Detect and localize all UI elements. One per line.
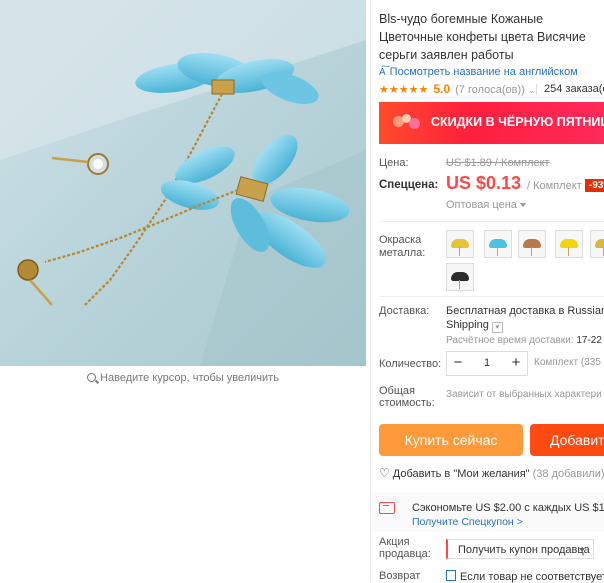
translate-link-text[interactable]: Посмотреть название на английском (390, 66, 578, 78)
wishlist-count: (38 добавили) (532, 468, 604, 480)
rating-row: ★★★★★ 5.0 (7 голоса(ов)) ⌄ (379, 82, 535, 96)
delivery-time-label: Расчётное время доставки: (446, 335, 574, 346)
add-to-cart-button[interactable]: Добавить (530, 424, 604, 456)
chevron-down-icon[interactable]: ⌄ (528, 85, 536, 95)
get-coupon-link[interactable]: Получите Спецкупон > (412, 516, 523, 528)
product-image[interactable] (0, 0, 366, 366)
rating-score: 5.0 (433, 82, 451, 96)
divider (370, 0, 371, 581)
seller-coupon-select[interactable]: Получить купон продавца (446, 539, 594, 559)
shipping-method-text[interactable]: Shipping (446, 319, 489, 331)
zoom-hint: Наведите курсор, чтобы увеличить (0, 372, 366, 384)
increase-button[interactable]: + (505, 352, 527, 375)
delivery-time-value: 17-22 (576, 335, 602, 346)
discount-badge: -93% (585, 179, 604, 192)
quantity-input[interactable]: 1 (469, 352, 505, 375)
caret-down-icon (579, 548, 585, 552)
product-title: Bls-чудо богемные Кожаные Цветочные конф… (379, 12, 586, 62)
color-label: Окраска металла: (379, 234, 426, 259)
sale-price-label: Спеццена: (379, 179, 439, 191)
translate-link[interactable]: A͠ Посмотреть название на английском (379, 66, 578, 78)
shipping-destination: Бесплатная доставка в Russian F (446, 305, 604, 317)
total-value: Зависит от выбранных характери (446, 389, 602, 400)
zoom-hint-text: Наведите курсор, чтобы увеличить (100, 372, 279, 384)
coupon-text: Сэкономьте US $2.00 с каждых US $15.00 (412, 502, 604, 514)
shipping-label: Доставка: (379, 305, 430, 317)
total-label: Общая стоимость: (379, 385, 435, 409)
quantity-label: Количество: (379, 358, 442, 370)
return-label: Возврат (379, 570, 421, 582)
original-price: US $1.89 / Комплект (446, 157, 550, 169)
votes-count[interactable]: (7 голоса(ов)) (455, 84, 525, 96)
promo-label: Акция продавца: (379, 536, 431, 560)
translate-icon: A͠ (379, 67, 386, 78)
earring-photo (0, 0, 366, 366)
coupon-icon (379, 502, 395, 514)
color-swatch-brown[interactable] (518, 230, 546, 258)
bulk-price-text[interactable]: Оптовая цена (446, 199, 517, 211)
magnifier-icon (87, 373, 97, 382)
return-policy-text: Если товар не соответствует ог (460, 571, 604, 583)
seller-coupon-text[interactable]: Получить купон продавца (458, 544, 590, 556)
decrease-button[interactable]: − (447, 352, 469, 375)
stock-info: Комплект (335 комп (534, 357, 604, 368)
document-icon (446, 570, 456, 581)
black-friday-banner[interactable]: СКИДКИ В ЧЁРНУЮ ПЯТНИЦУ (379, 102, 604, 144)
color-swatch-yellow[interactable] (555, 230, 583, 258)
price-label: Цена: (379, 157, 409, 169)
color-swatch-yellow-green[interactable] (446, 230, 474, 258)
banner-text: СКИДКИ В ЧЁРНУЮ ПЯТНИЦУ (431, 115, 604, 129)
divider (379, 296, 604, 297)
orders-count: 254 заказа(ов) (544, 83, 604, 95)
buy-now-button[interactable]: Купить сейчас (379, 424, 523, 456)
shipping-method[interactable]: Shipping ▾ (446, 319, 503, 333)
quantity-stepper: − 1 + (446, 351, 528, 376)
sale-price: US $0.13 (446, 173, 522, 193)
chevron-down-icon[interactable]: ▾ (491, 322, 503, 333)
bulk-price-dropdown[interactable]: Оптовая цена (446, 199, 526, 211)
color-swatch-sky-blue[interactable] (484, 230, 512, 258)
return-policy: Если товар не соответствует ог (446, 570, 604, 583)
separator (536, 84, 537, 95)
divider (379, 221, 604, 222)
color-swatch-black[interactable] (446, 263, 474, 291)
color-swatch-mustard[interactable] (590, 230, 604, 258)
heart-icon: ♡ (379, 466, 390, 480)
add-to-wishlist[interactable]: ♡ Добавить в "Мои желания" (38 добавили) (379, 466, 604, 480)
wishlist-label[interactable]: Добавить в "Мои желания" (393, 468, 530, 480)
star-icon: ★★★★★ (379, 84, 429, 96)
delivery-time: Расчётное время доставки: 17-22 (446, 335, 602, 346)
caret-down-icon (519, 203, 526, 207)
per-lot: / Комплект (527, 180, 582, 192)
